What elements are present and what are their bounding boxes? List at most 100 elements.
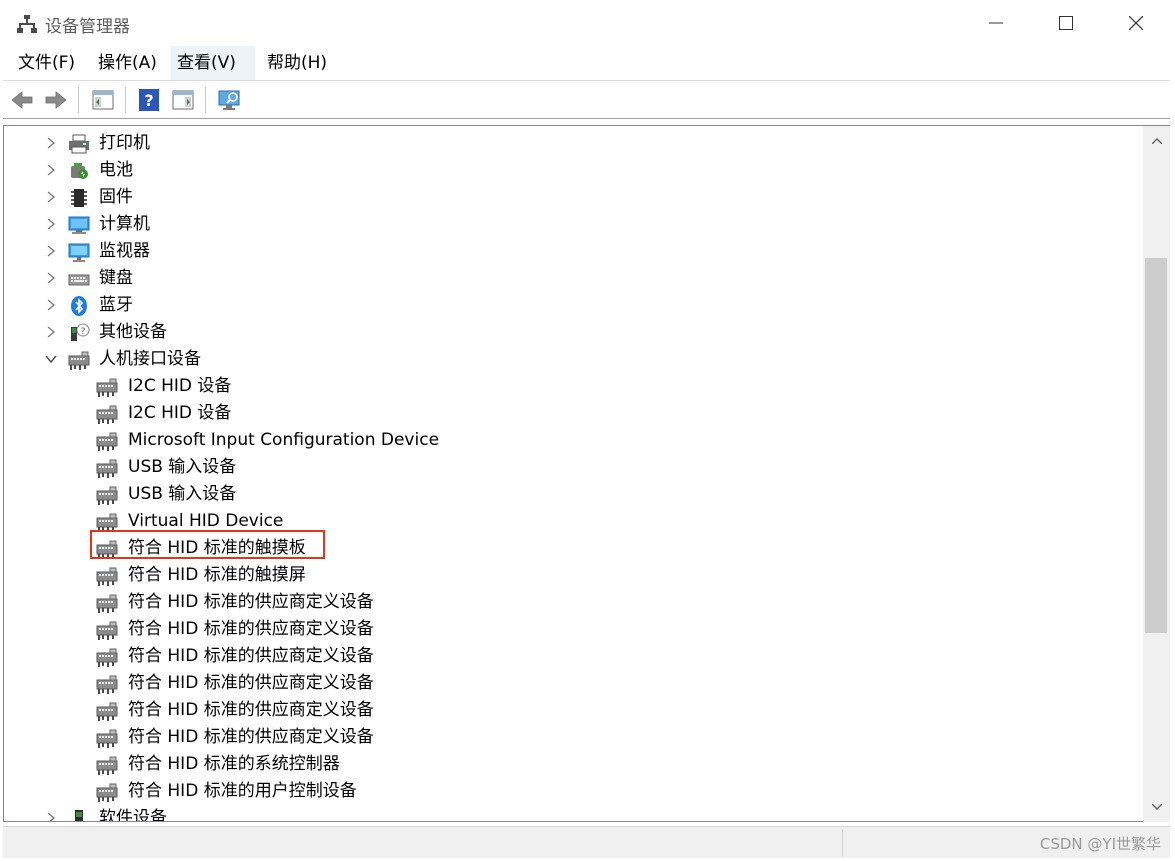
hid-icon xyxy=(96,702,118,721)
status-bar-divider xyxy=(842,829,843,857)
menu-action[interactable]: 操作(A) xyxy=(92,46,163,80)
close-button[interactable] xyxy=(1101,0,1171,46)
tree-category-row[interactable]: 固件 xyxy=(4,184,1144,211)
tree-device-row[interactable]: I2C HID 设备 xyxy=(4,400,1144,427)
hid-icon xyxy=(96,459,118,478)
tree-category-row[interactable]: 蓝牙 xyxy=(4,292,1144,319)
tree-category-row[interactable]: 打印机 xyxy=(4,130,1144,157)
vertical-scrollbar[interactable] xyxy=(1143,126,1170,822)
scroll-up-button[interactable] xyxy=(1143,126,1170,156)
bluetooth-icon xyxy=(71,296,87,316)
tree-device-label: USB 输入设备 xyxy=(128,457,237,477)
chevron-right-icon[interactable] xyxy=(44,244,58,258)
tree-category-label: 软件设备 xyxy=(99,808,167,822)
tree-category-label: 固件 xyxy=(99,187,133,207)
tree-category-label: 其他设备 xyxy=(99,322,167,342)
chevron-right-icon[interactable] xyxy=(44,325,58,339)
maximize-button[interactable] xyxy=(1031,0,1101,46)
scan-hardware-monitor-icon[interactable] xyxy=(218,88,242,112)
svg-text:?: ? xyxy=(144,91,153,110)
tree-device-label: 符合 HID 标准的供应商定义设备 xyxy=(128,646,374,666)
chevron-right-icon[interactable] xyxy=(44,163,58,177)
menu-help[interactable]: 帮助(H) xyxy=(261,46,333,80)
chevron-right-icon[interactable] xyxy=(44,271,58,285)
status-bar xyxy=(3,826,1170,858)
tree-device-row[interactable]: 符合 HID 标准的供应商定义设备 xyxy=(4,616,1144,643)
keyboard-icon xyxy=(68,274,90,286)
hid-icon xyxy=(96,675,118,694)
chevron-right-icon[interactable] xyxy=(44,136,58,150)
hid-icon xyxy=(96,432,118,451)
hid-icon xyxy=(96,594,118,613)
hid-icon xyxy=(68,351,90,370)
hid-icon xyxy=(96,783,118,802)
hid-icon xyxy=(96,486,118,505)
tree-category-label: 监视器 xyxy=(99,241,150,261)
tree-device-row[interactable]: 符合 HID 标准的用户控制设备 xyxy=(4,778,1144,805)
hid-icon xyxy=(96,513,118,532)
menu-bar: 文件(F) 操作(A) 查看(V) 帮助(H) xyxy=(0,46,1175,80)
minimize-icon xyxy=(989,22,1003,24)
device-tree[interactable]: 打印机电池固件计算机监视器键盘蓝牙 ? 其他设备人机接口设备 I2C HID 设备 I2… xyxy=(3,125,1170,822)
toolbar-separator xyxy=(78,87,79,113)
tree-device-label: Microsoft Input Configuration Device xyxy=(128,430,440,450)
tree-device-row[interactable]: Virtual HID Device xyxy=(4,508,1144,535)
help-icon[interactable]: ? xyxy=(137,88,161,112)
back-arrow-icon[interactable] xyxy=(10,88,34,112)
tree-category-row[interactable]: ? 其他设备 xyxy=(4,319,1144,346)
tree-category-label: 电池 xyxy=(99,160,133,180)
tree-device-row[interactable]: Microsoft Input Configuration Device xyxy=(4,427,1144,454)
menu-view[interactable]: 查看(V) xyxy=(171,46,255,80)
tree-device-row[interactable]: 符合 HID 标准的供应商定义设备 xyxy=(4,589,1144,616)
hid-icon xyxy=(96,648,118,667)
chevron-right-icon[interactable] xyxy=(44,811,58,822)
tree-category-row[interactable]: 软件设备 xyxy=(4,805,1144,822)
title-bar[interactable]: 设备管理器 xyxy=(0,0,1175,46)
scroll-down-button[interactable] xyxy=(1143,792,1170,822)
tree-category-row[interactable]: 计算机 xyxy=(4,211,1144,238)
tree-category-row[interactable]: 监视器 xyxy=(4,238,1144,265)
tree-device-row[interactable]: USB 输入设备 xyxy=(4,481,1144,508)
tree-device-label: 符合 HID 标准的供应商定义设备 xyxy=(128,592,374,612)
tree-device-row[interactable]: 符合 HID 标准的触摸屏 xyxy=(4,562,1144,589)
minimize-button[interactable] xyxy=(961,0,1031,46)
hid-icon xyxy=(96,378,118,397)
properties-panel-icon[interactable] xyxy=(171,88,195,112)
tree-device-label: 符合 HID 标准的供应商定义设备 xyxy=(128,727,374,747)
tree-category-label: 人机接口设备 xyxy=(99,349,201,369)
tree-device-row[interactable]: 符合 HID 标准的系统控制器 xyxy=(4,751,1144,778)
chevron-down-icon xyxy=(1151,804,1162,810)
tree-device-label: I2C HID 设备 xyxy=(128,403,232,423)
tree-device-row[interactable]: 符合 HID 标准的供应商定义设备 xyxy=(4,670,1144,697)
tree-device-label: I2C HID 设备 xyxy=(128,376,232,396)
tree-device-row[interactable]: 符合 HID 标准的供应商定义设备 xyxy=(4,643,1144,670)
show-hide-console-tree-icon[interactable] xyxy=(91,88,115,112)
toolbar-separator xyxy=(125,87,126,113)
tree-device-row[interactable]: 符合 HID 标准的供应商定义设备 xyxy=(4,724,1144,751)
tree-device-row[interactable]: 符合 HID 标准的供应商定义设备 xyxy=(4,697,1144,724)
toolbar: ? xyxy=(3,80,1170,119)
hid-icon xyxy=(96,567,118,586)
chevron-right-icon[interactable] xyxy=(44,190,58,204)
tree-device-label: USB 输入设备 xyxy=(128,484,237,504)
chevron-right-icon[interactable] xyxy=(44,298,58,312)
tree-category-row[interactable]: 人机接口设备 xyxy=(4,346,1144,373)
tree-category-label: 蓝牙 xyxy=(99,295,133,315)
tree-device-label: 符合 HID 标准的触摸板 xyxy=(128,538,306,558)
hid-icon xyxy=(96,540,118,559)
chevron-right-icon[interactable] xyxy=(44,217,58,231)
tree-category-label: 键盘 xyxy=(99,268,133,288)
watermark-text: CSDN @YI世繁华 xyxy=(1039,835,1161,853)
tree-category-row[interactable]: 电池 xyxy=(4,157,1144,184)
tree-category-row[interactable]: 键盘 xyxy=(4,265,1144,292)
forward-arrow-icon[interactable] xyxy=(44,88,68,112)
tree-device-label: 符合 HID 标准的供应商定义设备 xyxy=(128,700,374,720)
tree-device-row[interactable]: I2C HID 设备 xyxy=(4,373,1144,400)
chevron-down-icon[interactable] xyxy=(44,352,58,366)
hid-icon xyxy=(96,621,118,640)
tree-device-row[interactable]: 符合 HID 标准的触摸板 xyxy=(4,535,1144,562)
menu-file[interactable]: 文件(F) xyxy=(12,46,81,80)
tree-device-row[interactable]: USB 输入设备 xyxy=(4,454,1144,481)
computer-icon xyxy=(68,216,90,234)
scroll-thumb[interactable] xyxy=(1145,258,1167,633)
